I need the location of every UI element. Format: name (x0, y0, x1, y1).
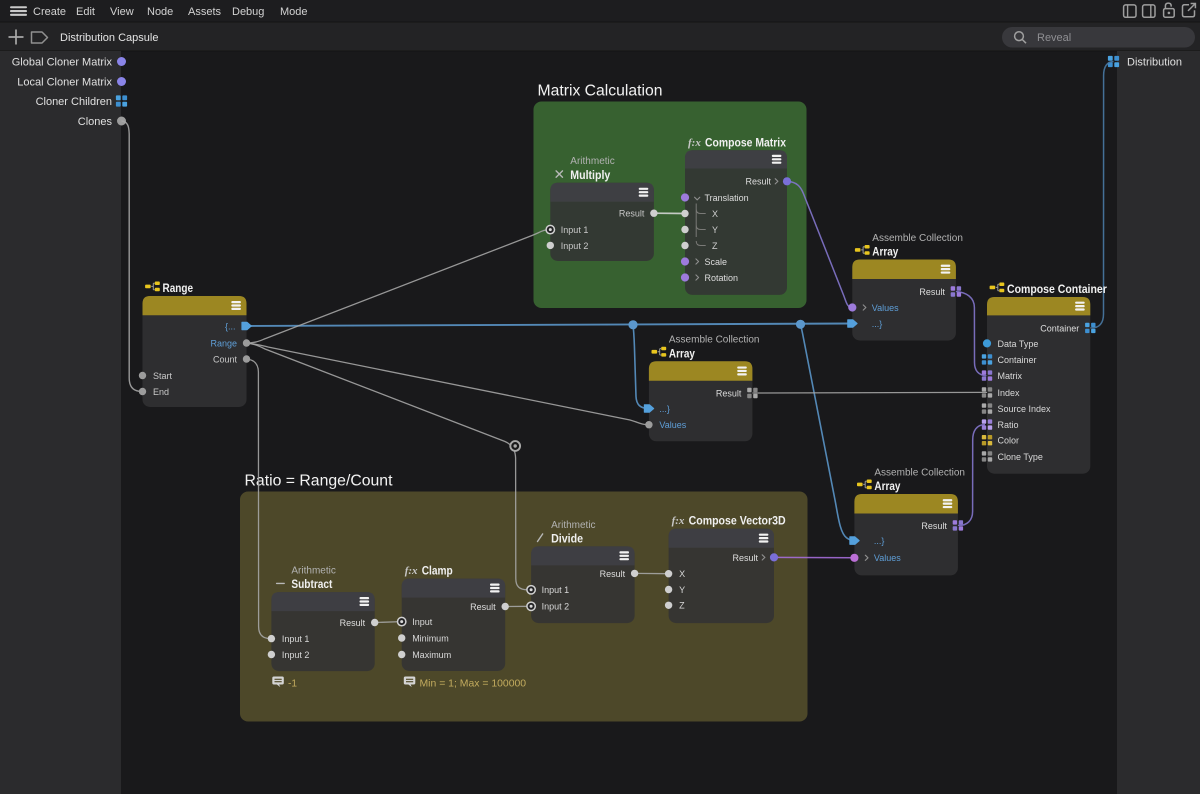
svg-text:Distribution: Distribution (1127, 57, 1182, 69)
svg-text:Z: Z (712, 241, 718, 251)
svg-text:Result: Result (919, 287, 945, 297)
svg-text:Z: Z (679, 601, 685, 611)
svg-text:X: X (712, 209, 718, 219)
svg-text:Minimum: Minimum (412, 633, 449, 643)
svg-text:Result: Result (600, 569, 626, 579)
svg-text:Min = 1; Max = 100000: Min = 1; Max = 100000 (420, 678, 527, 689)
svg-text:Clones: Clones (78, 116, 113, 128)
svg-text:Ratio = Range/Count: Ratio = Range/Count (245, 473, 394, 490)
svg-text:Assemble Collection: Assemble Collection (669, 335, 760, 346)
svg-text:Index: Index (998, 388, 1021, 398)
svg-text:Assets: Assets (188, 6, 222, 18)
svg-text:Divide: Divide (551, 533, 583, 545)
svg-text:Range: Range (163, 283, 194, 295)
svg-text:Debug: Debug (232, 6, 264, 18)
svg-text:Result: Result (716, 388, 742, 398)
svg-text:Data Type: Data Type (998, 339, 1039, 349)
svg-text:Input 1: Input 1 (542, 585, 570, 595)
svg-text:Input 1: Input 1 (561, 225, 589, 235)
svg-text:Arithmetic: Arithmetic (570, 156, 614, 167)
svg-text:Input 2: Input 2 (282, 650, 310, 660)
svg-text:Local Cloner Matrix: Local Cloner Matrix (17, 77, 112, 89)
svg-text:Assemble Collection: Assemble Collection (872, 233, 963, 244)
svg-text:Count: Count (213, 354, 238, 364)
svg-text:Result: Result (340, 618, 366, 628)
svg-text:Maximum: Maximum (412, 650, 451, 660)
svg-text:X: X (679, 569, 685, 579)
svg-text:Result: Result (732, 553, 758, 563)
svg-text:Arithmetic: Arithmetic (551, 520, 595, 531)
svg-text:Values: Values (874, 553, 901, 563)
svg-text:Cloner Children: Cloner Children (36, 96, 112, 108)
svg-text:Edit: Edit (76, 6, 95, 18)
svg-text:Result: Result (619, 209, 645, 219)
svg-text:Input 1: Input 1 (282, 634, 310, 644)
svg-text:Translation: Translation (705, 193, 749, 203)
svg-text:Global Cloner Matrix: Global Cloner Matrix (12, 57, 113, 69)
svg-text:...}: ...} (874, 536, 885, 546)
svg-text:Color: Color (998, 436, 1020, 446)
svg-text:Mode: Mode (280, 6, 308, 18)
svg-text:Arithmetic: Arithmetic (291, 566, 335, 577)
svg-text:f:x: f:x (405, 565, 418, 577)
svg-text:Y: Y (679, 585, 685, 595)
svg-text:f:x: f:x (672, 515, 685, 527)
svg-text:Subtract: Subtract (291, 579, 332, 591)
svg-text:-1: -1 (288, 678, 297, 689)
svg-text:Source Index: Source Index (998, 404, 1052, 414)
svg-text:View: View (110, 6, 134, 18)
svg-text:Input 2: Input 2 (542, 602, 570, 612)
svg-text:End: End (153, 387, 169, 397)
svg-text:Multiply: Multiply (570, 170, 611, 182)
svg-text:Start: Start (153, 371, 173, 381)
svg-text:Create: Create (33, 6, 66, 18)
svg-text:Container: Container (1040, 323, 1079, 333)
svg-text:{...: {... (225, 321, 236, 331)
svg-text:Result: Result (470, 602, 496, 612)
svg-text:Values: Values (872, 303, 899, 313)
svg-text:Assemble Collection: Assemble Collection (874, 467, 965, 478)
svg-text:...}: ...} (872, 319, 883, 329)
svg-text:Input 2: Input 2 (561, 241, 589, 251)
svg-text:Clamp: Clamp (422, 566, 453, 578)
svg-text:Matrix: Matrix (998, 371, 1023, 381)
svg-text:Container: Container (998, 355, 1037, 365)
svg-text:Range: Range (210, 338, 237, 348)
svg-text:Reveal: Reveal (1037, 32, 1071, 44)
svg-text:Node: Node (147, 6, 173, 18)
svg-text:Y: Y (712, 225, 718, 235)
svg-text:Matrix Calculation: Matrix Calculation (538, 83, 663, 100)
svg-text:Values: Values (659, 420, 686, 430)
svg-text:Distribution Capsule: Distribution Capsule (60, 32, 158, 44)
svg-text:Scale: Scale (705, 257, 728, 267)
svg-text:Input: Input (412, 617, 433, 627)
svg-text:Result: Result (745, 177, 771, 187)
svg-text:Compose Vector3D: Compose Vector3D (689, 516, 786, 528)
svg-text:Ratio: Ratio (998, 420, 1019, 430)
svg-text:Array: Array (874, 481, 901, 493)
svg-text:Compose Matrix: Compose Matrix (705, 137, 787, 149)
svg-text:Clone Type: Clone Type (998, 452, 1043, 462)
svg-text:Array: Array (872, 247, 899, 259)
svg-text:Result: Result (921, 521, 947, 531)
svg-text:Array: Array (669, 348, 696, 360)
svg-text:Rotation: Rotation (705, 273, 739, 283)
svg-text:Compose Container: Compose Container (1007, 284, 1107, 296)
svg-text:f:x: f:x (688, 137, 701, 149)
svg-text:...}: ...} (659, 404, 670, 414)
